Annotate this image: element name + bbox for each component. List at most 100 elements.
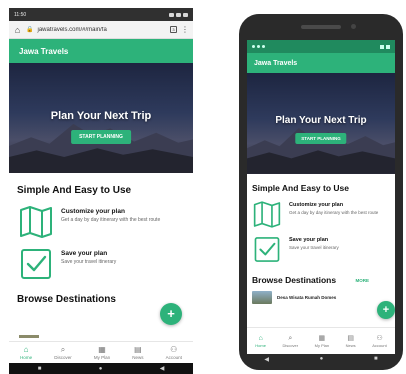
add-plan-fab[interactable]: + [377,301,395,319]
nav-label: My Plan [314,342,330,348]
account-icon: ⚇ [170,344,178,354]
mountain-silhouette [247,128,395,174]
calendar-icon: ▦ [98,344,106,354]
feature-title: Customize your plan [61,208,125,215]
feature-desc: Get a day by day itinerary with the best… [289,210,379,215]
browser-menu-icon[interactable]: ⋮ [181,25,189,34]
section-title-simple: Simple And Easy to Use [252,183,349,193]
battery-icon [183,12,188,17]
section-title-browse: Browse Destinations [17,294,116,305]
nav-label: Account [372,342,387,348]
notification-icons [252,45,265,48]
url-field[interactable]: jawatravels.com/#/main/fa [37,27,166,33]
feature-save: Save your plan Save your travel itinerar… [247,228,395,263]
stage: 11:50 ⌂ 🔒 jawatravels.com/#/main/fa 3 ⋮ … [0,0,406,374]
system-home-icon[interactable]: ● [99,366,103,372]
nav-label: Account [165,354,182,360]
more-link[interactable]: MORE [356,278,370,283]
nav-label: Home [255,342,266,348]
feature-text: Save your plan Save your travel itinerar… [281,236,389,251]
map-icon [20,206,52,238]
bottom-navigation: ⌂ Home ⌕ Discover ▦ My Plan ▤ News ⚇ Acc… [9,341,193,363]
feature-desc: Save your travel itinerary [61,259,117,265]
destination-thumbnail [252,291,272,304]
nav-label: Home [20,354,33,360]
bottom-navigation: ⌂ Home ⌕ Discover ▦ My Plan ▤ News ⚇ Acc… [247,327,395,354]
feature-title: Save your plan [61,250,108,257]
calendar-icon: ▦ [318,334,326,342]
nav-item-account[interactable]: ⚇ Account [372,335,386,348]
nav-item-home[interactable]: ⌂ Home [255,335,266,348]
battery-icon [386,44,390,49]
feature-customize: Customize your plan Get a day by day iti… [247,193,395,228]
hero-banner: Plan Your Next Trip START PLANNING [247,73,395,174]
feature-text: Customize your plan Get a day by day iti… [53,206,181,224]
app-header: Jawa Travels [247,53,395,73]
system-stop-icon[interactable]: ■ [374,356,378,362]
news-icon: ▤ [134,344,142,354]
phone-camera [351,24,356,29]
nav-item-my-plan[interactable]: ▦ My Plan [93,344,111,360]
search-icon: ⌕ [288,334,293,342]
destination-name: Desa Wisata Rumah Domes [277,295,337,300]
wifi-icon [380,44,384,49]
nav-label: News [132,354,144,360]
add-plan-fab[interactable]: + [160,303,182,325]
status-time: 11:50 [14,11,27,18]
start-planning-button[interactable]: START PLANNING [71,130,131,144]
nav-item-news[interactable]: ▤ News [346,335,356,348]
start-planning-button[interactable]: START PLANNING [295,133,347,144]
section-title-simple: Simple And Easy to Use [17,185,132,196]
nav-item-home[interactable]: ⌂ Home [20,344,33,360]
destination-thumbnail[interactable] [19,335,39,338]
system-stop-icon[interactable]: ■ [38,366,42,372]
hero-title: Plan Your Next Trip [50,110,152,122]
nav-label: News [345,342,356,348]
browser-home-icon[interactable]: ⌂ [13,25,22,35]
feature-desc: Get a day by day itinerary with the best… [61,217,161,223]
feature-text: Customize your plan Get a day by day iti… [281,201,389,216]
search-icon: ⌕ [60,344,66,354]
hero-title: Plan Your Next Trip [275,115,367,126]
browser-toolbar: ⌂ 🔒 jawatravels.com/#/main/fa 3 ⋮ [9,21,193,39]
tab-switcher-button[interactable]: 3 [170,26,177,33]
nav-item-discover[interactable]: ⌕ Discover [283,335,299,348]
home-icon: ⌂ [258,334,263,342]
signal-icon [169,12,174,17]
browser-screen: 11:50 ⌂ 🔒 jawatravels.com/#/main/fa 3 ⋮ … [9,8,193,374]
system-home-icon[interactable]: ● [320,356,324,362]
nav-item-my-plan[interactable]: ▦ My Plan [315,335,329,348]
hero-banner: Plan Your Next Trip START PLANNING [9,63,193,173]
feature-text: Save your plan Save your travel itinerar… [53,248,181,266]
phone-screen: Jawa Travels Plan Your Next Trip START P… [247,40,395,354]
status-bar [247,40,395,53]
feature-title: Save your plan [289,237,329,243]
nav-label: My Plan [93,354,111,360]
nav-item-account[interactable]: ⚇ Account [165,344,182,360]
phone-frame: Jawa Travels Plan Your Next Trip START P… [239,14,403,370]
section-title-browse: Browse Destinations [252,275,337,285]
nav-label: Discover [282,342,299,348]
system-navigation-bar: ■ ● ◀ [9,363,193,374]
system-back-icon[interactable]: ◀ [160,365,165,372]
app-header: Jawa Travels [9,39,193,63]
account-icon: ⚇ [376,334,383,342]
nav-item-discover[interactable]: ⌕ Discover [54,344,72,360]
feature-title: Customize your plan [289,202,344,208]
lock-icon: 🔒 [26,27,34,33]
browse-header: Browse Destinations MORE [247,263,395,285]
feature-customize: Customize your plan Get a day by day iti… [9,196,193,238]
nav-item-news[interactable]: ▤ News [132,344,144,360]
home-icon: ⌂ [23,344,29,354]
wifi-icon [176,12,181,17]
status-icons [380,44,390,49]
map-icon [253,201,281,228]
system-back-icon[interactable]: ◀ [264,356,269,363]
phone-speaker [301,25,341,29]
system-navigation-bar: ◀ ● ■ [239,354,403,364]
status-bar: 11:50 [9,8,193,21]
destination-item[interactable]: Desa Wisata Rumah Domes [247,285,395,304]
app-brand: Jawa Travels [254,59,298,67]
feature-save: Save your plan Save your travel itinerar… [9,238,193,280]
nav-label: Discover [54,354,72,360]
